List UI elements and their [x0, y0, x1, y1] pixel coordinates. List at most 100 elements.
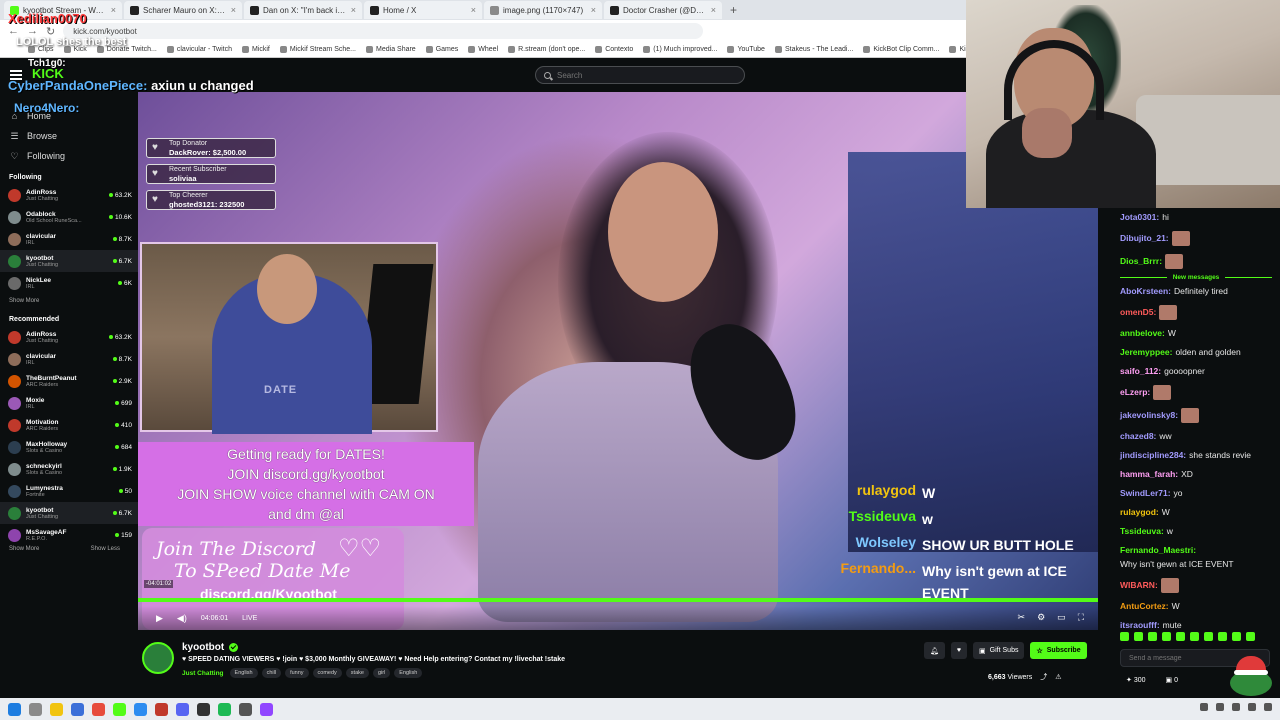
- chat-username[interactable]: WIBARN:: [1120, 580, 1158, 591]
- fullscreen-icon[interactable]: ⛶: [1078, 612, 1084, 623]
- stream-tag[interactable]: girl: [372, 668, 391, 678]
- chat-username[interactable]: jakevolinsky8:: [1120, 410, 1178, 421]
- volume-icon[interactable]: ◀): [177, 613, 187, 624]
- stream-tag[interactable]: comedy: [312, 668, 342, 678]
- chat-username[interactable]: omenD5:: [1120, 307, 1156, 318]
- bookmark-item[interactable]: (1) Much improved...: [643, 46, 717, 53]
- channel-item[interactable]: Lumynestra Fortnite 50: [0, 480, 138, 502]
- bookmark-item[interactable]: Games: [425, 46, 458, 53]
- channel-item[interactable]: clavicular IRL 8.7K: [0, 228, 138, 250]
- channel-name[interactable]: kyootbot: [182, 642, 224, 653]
- sidebar-item-browse[interactable]: ☰ Browse: [0, 126, 138, 146]
- bookmark-item[interactable]: Contexto: [595, 46, 633, 53]
- bookmark-item[interactable]: YouTube: [727, 46, 765, 53]
- tray-icon[interactable]: [1200, 703, 1208, 711]
- app-icon[interactable]: [260, 702, 273, 716]
- close-icon[interactable]: ×: [111, 5, 116, 15]
- channel-item[interactable]: AdinRoss Just Chatting 63.2K: [0, 326, 138, 348]
- emote-icon[interactable]: [1176, 632, 1185, 641]
- close-icon[interactable]: ×: [231, 5, 236, 15]
- kick-icon[interactable]: [113, 702, 126, 716]
- gift-subs-button[interactable]: ▣ Gift Subs: [973, 642, 1025, 659]
- emote-icon[interactable]: [1120, 632, 1129, 641]
- emote-icon[interactable]: [1218, 632, 1227, 641]
- discord-icon[interactable]: [176, 702, 189, 716]
- video-player[interactable]: ♥ Top Donator DackRover: $2,500.00 ♥ Recent …: [138, 92, 1098, 630]
- spotify-icon[interactable]: [218, 702, 231, 716]
- show-less-recommended[interactable]: Show Less: [91, 546, 120, 552]
- emote-icon[interactable]: [1246, 632, 1255, 641]
- obs-icon[interactable]: [197, 702, 210, 716]
- channel-item[interactable]: MaxHolloway Slots & Casino 684: [0, 436, 138, 458]
- emote-icon[interactable]: [1204, 632, 1213, 641]
- avatar[interactable]: [142, 642, 174, 674]
- gift-counter[interactable]: ▣ 0: [1166, 676, 1178, 684]
- tray-icon[interactable]: [1264, 703, 1272, 711]
- points-counter[interactable]: ✦ 300: [1126, 676, 1146, 684]
- bookmark-item[interactable]: Media Share: [366, 46, 416, 53]
- emote-icon[interactable]: [1148, 632, 1157, 641]
- chat-username[interactable]: AboKrsteen:: [1120, 286, 1171, 297]
- channel-item[interactable]: clavicular IRL 8.7K: [0, 348, 138, 370]
- url-field[interactable]: kick.com/kyootbot: [63, 23, 704, 39]
- notification-bell-button[interactable]: 🔔︎: [924, 642, 945, 659]
- channel-item[interactable]: NickLee IRL 6K: [0, 272, 138, 294]
- browser-tab[interactable]: Home / X ×: [364, 1, 482, 19]
- chat-username[interactable]: Tssideuva:: [1120, 526, 1164, 537]
- stream-tag[interactable]: stake: [345, 668, 369, 678]
- chat-username[interactable]: Jota0301:: [1120, 212, 1159, 223]
- folder-icon[interactable]: [50, 702, 63, 716]
- chat-username[interactable]: Dios_Brrr:: [1120, 256, 1162, 267]
- chat-username[interactable]: jindiscipline284:: [1120, 450, 1186, 461]
- channel-item[interactable]: AdinRoss Just Chatting 63.2K: [0, 184, 138, 206]
- bookmark-item[interactable]: clavicular - Twitch: [166, 46, 232, 53]
- close-icon[interactable]: ×: [591, 5, 596, 15]
- chat-username[interactable]: itsraoufff:: [1120, 620, 1160, 631]
- channel-item[interactable]: Odablock Old School RuneSca... 10.6K: [0, 206, 138, 228]
- chat-username[interactable]: Jeremyppee:: [1120, 347, 1172, 358]
- close-icon[interactable]: ×: [711, 5, 716, 15]
- tray-icon[interactable]: [1248, 703, 1256, 711]
- search-input[interactable]: [557, 70, 737, 80]
- emote-icon[interactable]: [1190, 632, 1199, 641]
- report-icon[interactable]: ⚠: [1055, 673, 1061, 681]
- chat-username[interactable]: hamma_farah:: [1120, 469, 1178, 480]
- share-icon[interactable]: ⤴: [1040, 672, 1047, 682]
- bookmark-item[interactable]: Mickif Stream Sche...: [279, 46, 356, 53]
- search-bar[interactable]: [535, 66, 745, 84]
- app-icon[interactable]: [71, 702, 84, 716]
- bookmark-item[interactable]: Kickaway - Kick Gi...: [949, 46, 966, 53]
- browser-tab[interactable]: image.png (1170×747) ×: [484, 1, 602, 19]
- app-icon[interactable]: [134, 702, 147, 716]
- emote-icon[interactable]: [1162, 632, 1171, 641]
- app-icon[interactable]: [239, 702, 252, 716]
- close-icon[interactable]: ×: [471, 5, 476, 15]
- new-tab-button[interactable]: +: [724, 3, 743, 17]
- subscribe-button[interactable]: ☆ Subscribe: [1030, 642, 1087, 659]
- chat-username[interactable]: Fernando_Maestri:: [1120, 545, 1196, 556]
- browser-tab[interactable]: Dan on X: "I'm back in the FUC... ×: [244, 1, 362, 19]
- bookmark-item[interactable]: Mickif: [241, 46, 270, 53]
- channel-item[interactable]: kyootbot Just Chatting 6.7K: [0, 502, 138, 524]
- sidebar-item-following[interactable]: ♡ Following: [0, 146, 138, 166]
- windows-start-icon[interactable]: [8, 702, 21, 716]
- chat-input[interactable]: [1129, 654, 1239, 662]
- search-icon[interactable]: [29, 702, 42, 716]
- tray-icon[interactable]: [1232, 703, 1240, 711]
- play-icon[interactable]: ▶: [156, 613, 163, 624]
- browser-tab[interactable]: Doctor Crasher (@DoctorCrash... ×: [604, 1, 722, 19]
- emote-icon[interactable]: [1134, 632, 1143, 641]
- close-icon[interactable]: ×: [351, 5, 356, 15]
- channel-item[interactable]: TheBurntPeanut ARC Raiders 2.9K: [0, 370, 138, 392]
- chat-username[interactable]: Dibujito_21:: [1120, 233, 1169, 244]
- emote-icon[interactable]: [1232, 632, 1241, 641]
- app-icon[interactable]: [155, 702, 168, 716]
- channel-item[interactable]: schneckyirl Slots & Casino 1.9K: [0, 458, 138, 480]
- chat-username[interactable]: saifo_112:: [1120, 366, 1161, 377]
- theater-icon[interactable]: ▭: [1057, 612, 1066, 623]
- stream-tag[interactable]: English: [394, 668, 423, 678]
- bookmark-item[interactable]: KickBot Clip Comm...: [863, 46, 939, 53]
- chat-username[interactable]: SwindLer71:: [1120, 488, 1171, 499]
- chat-username[interactable]: AntuCortez:: [1120, 601, 1169, 612]
- show-more-following[interactable]: Show More: [0, 294, 138, 308]
